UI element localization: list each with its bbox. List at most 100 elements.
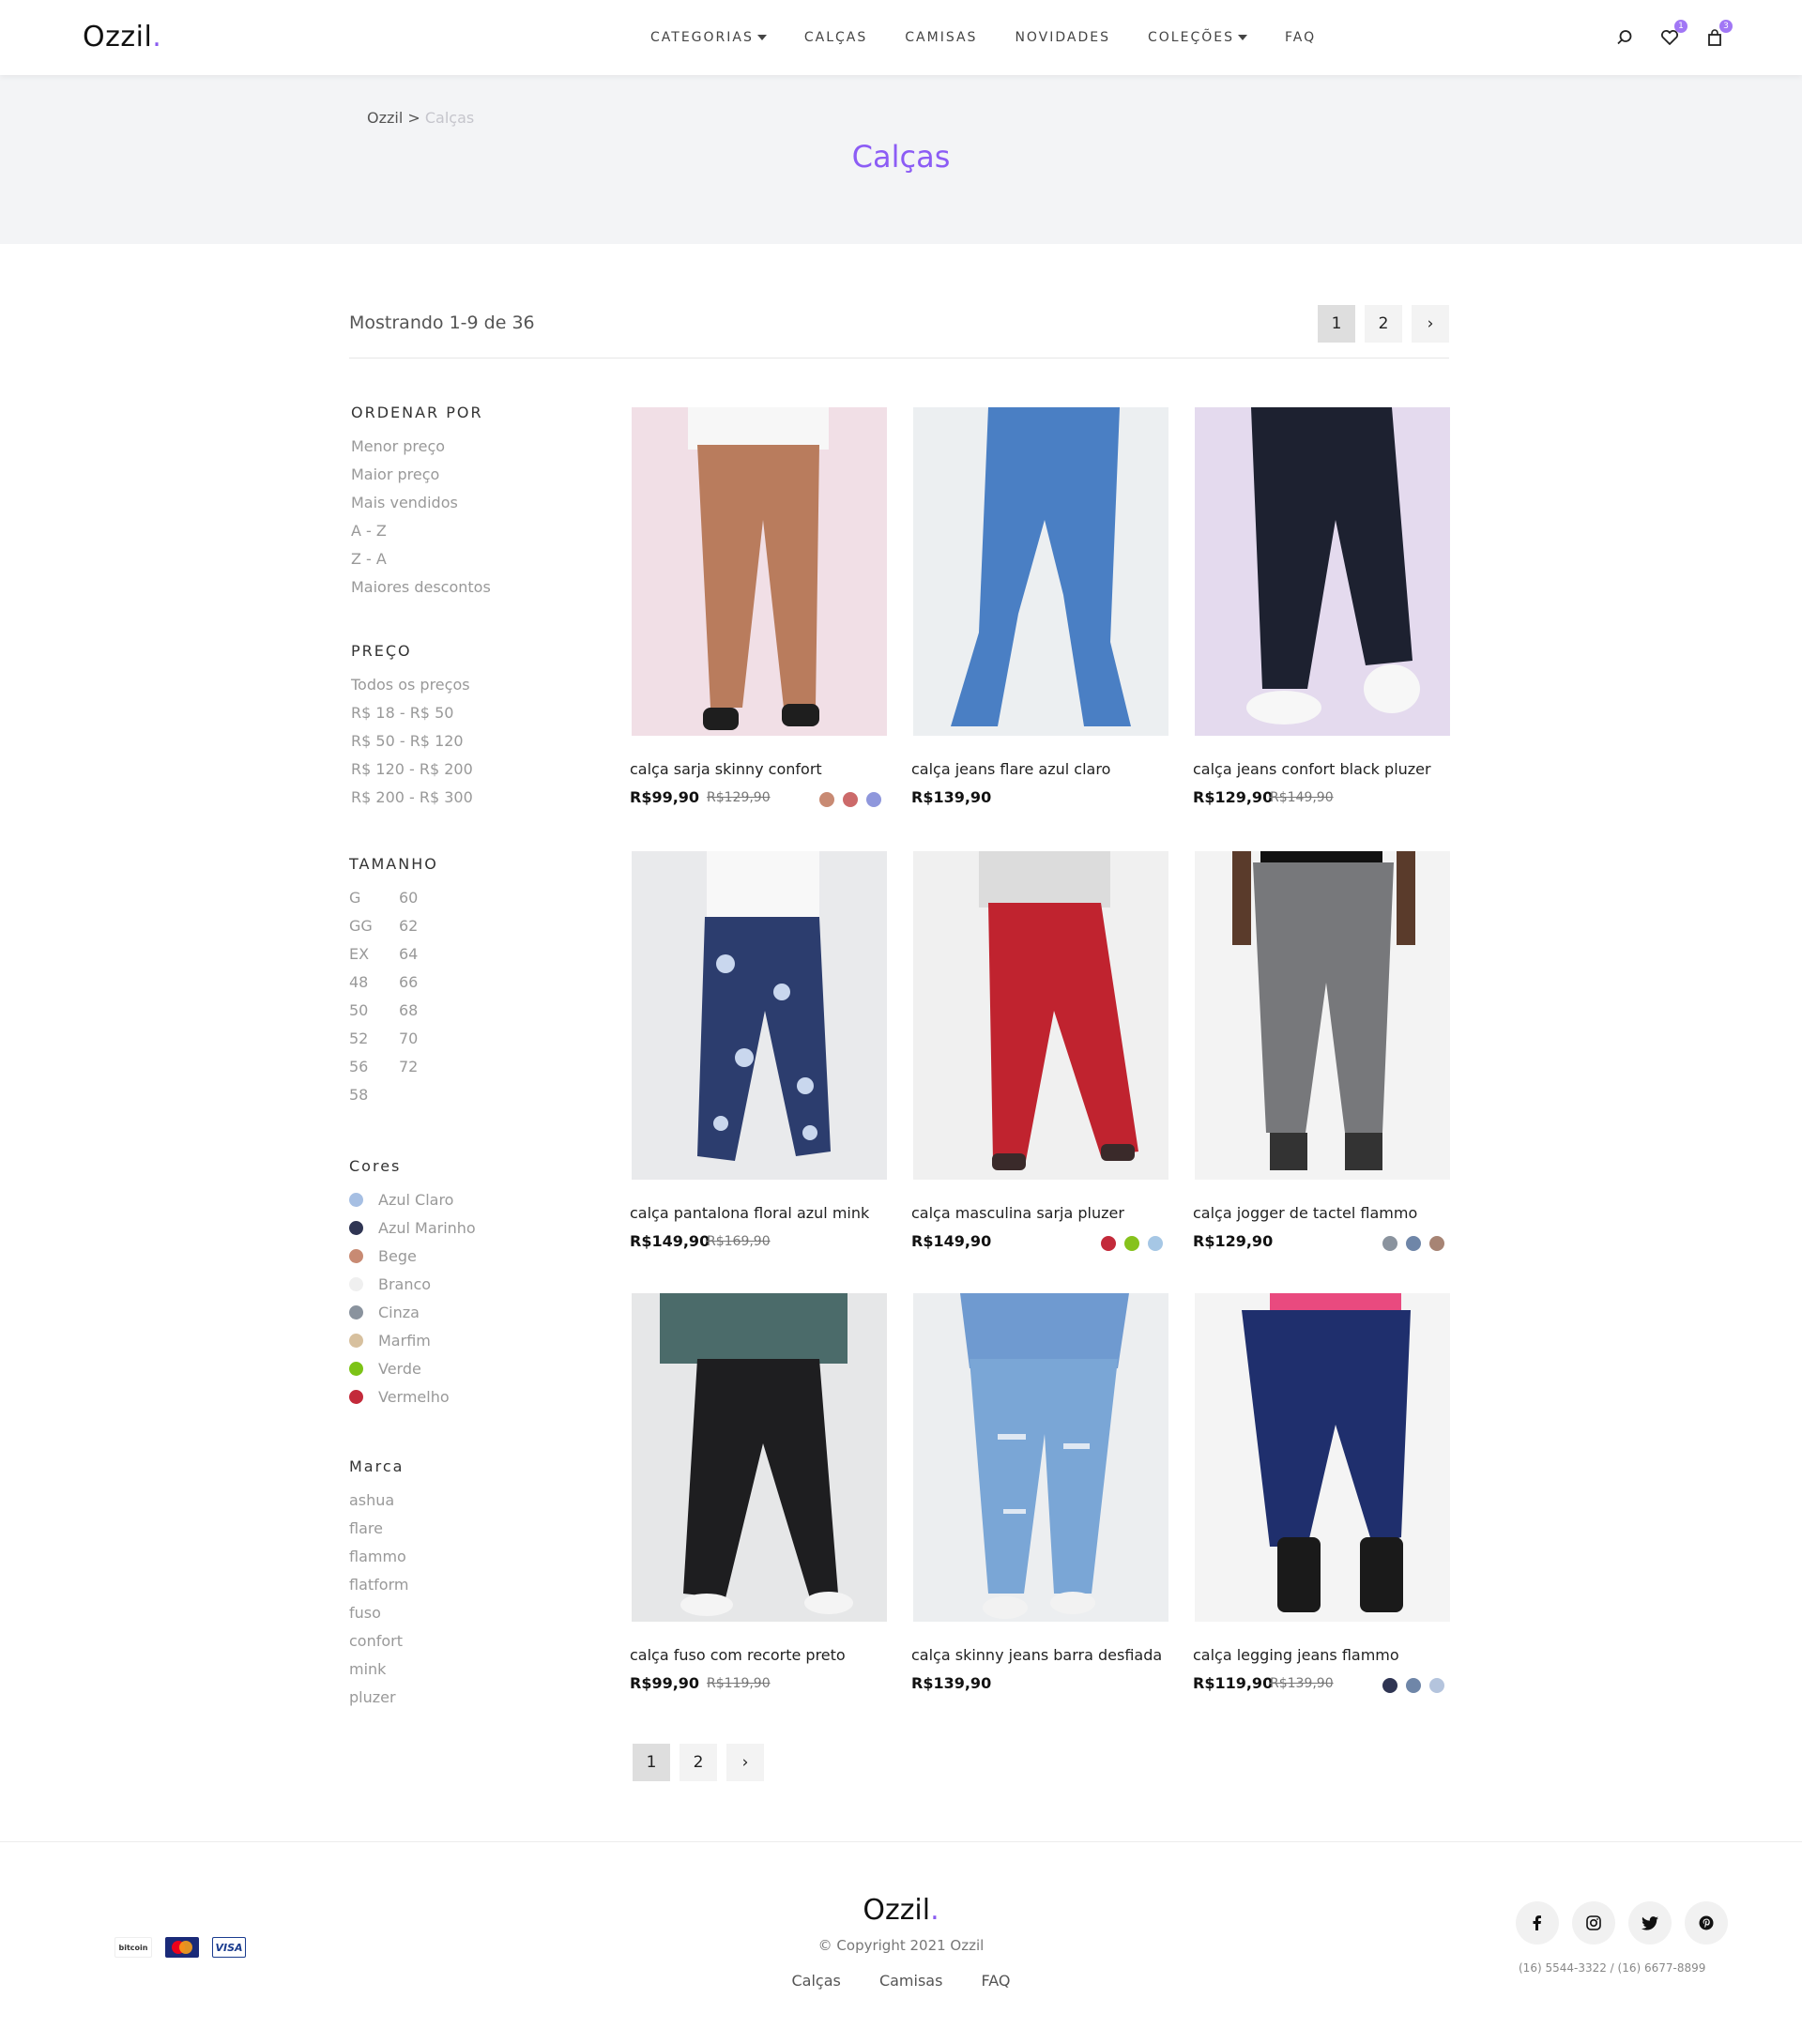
brand-option[interactable]: flare	[349, 1519, 383, 1537]
product-card[interactable]: calça legging jeans flammo R$119,90 R$13…	[1193, 1293, 1450, 1693]
nav-calcas[interactable]: CALÇAS	[804, 30, 867, 45]
page-2-button[interactable]: 2	[1365, 305, 1402, 343]
color-dot[interactable]	[843, 792, 858, 807]
sort-option[interactable]: Maiores descontos	[351, 578, 491, 596]
size-option[interactable]: 50	[349, 1001, 368, 1019]
nav-faq[interactable]: FAQ	[1285, 30, 1316, 45]
size-option[interactable]: GG	[349, 917, 373, 935]
nav-novidades[interactable]: NOVIDADES	[1015, 30, 1110, 45]
color-dot[interactable]	[1406, 1236, 1421, 1251]
next-page-button[interactable]: ›	[1412, 305, 1449, 343]
product-card[interactable]: calça jogger de tactel flammo R$129,90	[1193, 851, 1450, 1251]
cart-bag-icon[interactable]: 3	[1703, 20, 1733, 50]
product-name[interactable]: calça pantalona floral azul mink	[630, 1204, 869, 1222]
color-dot[interactable]	[1148, 1236, 1163, 1251]
price-option[interactable]: Todos os preços	[351, 676, 470, 694]
footer-link-faq[interactable]: FAQ	[982, 1972, 1011, 1990]
size-option[interactable]: 52	[349, 1030, 368, 1047]
color-option[interactable]: Verde	[349, 1360, 421, 1378]
sort-option[interactable]: A - Z	[351, 522, 387, 540]
product-name[interactable]: calça jogger de tactel flammo	[1193, 1204, 1417, 1222]
facebook-icon[interactable]	[1516, 1901, 1559, 1945]
product-image[interactable]	[632, 851, 887, 1180]
product-image[interactable]	[632, 1293, 887, 1622]
size-option[interactable]: 64	[399, 945, 418, 963]
brand-option[interactable]: pluzer	[349, 1688, 396, 1706]
color-dot[interactable]	[866, 792, 881, 807]
size-option[interactable]: G	[349, 889, 360, 907]
brand-option[interactable]: flatform	[349, 1576, 408, 1594]
site-logo[interactable]: Ozzil.	[83, 21, 161, 53]
price-option[interactable]: R$ 120 - R$ 200	[351, 760, 473, 778]
brand-option[interactable]: mink	[349, 1660, 386, 1678]
nav-colecoes[interactable]: COLEÇÕES	[1148, 30, 1247, 45]
size-option[interactable]: 68	[399, 1001, 418, 1019]
product-name[interactable]: calça skinny jeans barra desfiada	[911, 1646, 1162, 1664]
size-option[interactable]: 62	[399, 917, 418, 935]
color-dot[interactable]	[1124, 1236, 1139, 1251]
color-option[interactable]: Branco	[349, 1275, 431, 1293]
sort-option[interactable]: Maior preço	[351, 465, 439, 483]
product-card[interactable]: calça jeans confort black pluzer R$129,9…	[1193, 407, 1450, 806]
nav-categorias[interactable]: CATEGORIAS	[650, 30, 767, 45]
wishlist-heart-icon[interactable]: 1	[1657, 20, 1687, 50]
price-option[interactable]: R$ 200 - R$ 300	[351, 788, 473, 806]
pinterest-icon[interactable]	[1685, 1901, 1728, 1945]
brand-option[interactable]: confort	[349, 1632, 403, 1650]
product-name[interactable]: calça fuso com recorte preto	[630, 1646, 846, 1664]
breadcrumb-home-link[interactable]: Ozzil	[367, 109, 403, 127]
twitter-icon[interactable]	[1628, 1901, 1672, 1945]
size-option[interactable]: 70	[399, 1030, 418, 1047]
color-dot[interactable]	[1429, 1236, 1444, 1251]
product-card[interactable]: calça sarja skinny confort R$99,90 R$129…	[630, 407, 887, 807]
product-card[interactable]: calça pantalona floral azul mink R$149,9…	[630, 851, 887, 1250]
color-dot[interactable]	[1101, 1236, 1116, 1251]
product-name[interactable]: calça legging jeans flammo	[1193, 1646, 1399, 1664]
page-2-button[interactable]: 2	[680, 1744, 717, 1781]
product-image[interactable]	[913, 851, 1168, 1180]
color-option[interactable]: Azul Marinho	[349, 1219, 476, 1237]
color-dot[interactable]	[1429, 1678, 1444, 1693]
product-image[interactable]	[632, 407, 887, 736]
color-option[interactable]: Cinza	[349, 1304, 420, 1321]
sort-option[interactable]: Mais vendidos	[351, 494, 458, 511]
color-option[interactable]: Vermelho	[349, 1388, 450, 1406]
color-option[interactable]: Marfim	[349, 1332, 431, 1350]
product-image[interactable]	[1195, 851, 1450, 1180]
product-image[interactable]	[1195, 1293, 1450, 1622]
sort-option[interactable]: Z - A	[351, 550, 387, 568]
color-option[interactable]: Bege	[349, 1247, 417, 1265]
size-option[interactable]: 56	[349, 1058, 368, 1075]
color-dot[interactable]	[1406, 1678, 1421, 1693]
brand-option[interactable]: fuso	[349, 1604, 381, 1622]
brand-option[interactable]: flammo	[349, 1548, 406, 1565]
product-name[interactable]: calça jeans confort black pluzer	[1193, 760, 1431, 778]
size-option[interactable]: 58	[349, 1086, 368, 1104]
product-name[interactable]: calça sarja skinny confort	[630, 760, 822, 778]
color-dot[interactable]	[1382, 1236, 1397, 1251]
size-option[interactable]: 48	[349, 973, 368, 991]
search-icon[interactable]	[1612, 25, 1637, 50]
product-card[interactable]: calça masculina sarja pluzer R$149,90	[911, 851, 1168, 1251]
instagram-icon[interactable]	[1572, 1901, 1615, 1945]
product-image[interactable]	[913, 407, 1168, 736]
nav-camisas[interactable]: CAMISAS	[905, 30, 977, 45]
product-image[interactable]	[1195, 407, 1450, 736]
color-dot[interactable]	[819, 792, 834, 807]
color-dot[interactable]	[1382, 1678, 1397, 1693]
product-card[interactable]: calça fuso com recorte preto R$99,90 R$1…	[630, 1293, 887, 1692]
footer-link-camisas[interactable]: Camisas	[879, 1972, 942, 1990]
sort-option[interactable]: Menor preço	[351, 437, 445, 455]
product-card[interactable]: calça jeans flare azul claro R$139,90	[911, 407, 1168, 806]
size-option[interactable]: EX	[349, 945, 369, 963]
price-option[interactable]: R$ 18 - R$ 50	[351, 704, 453, 722]
price-option[interactable]: R$ 50 - R$ 120	[351, 732, 464, 750]
color-option[interactable]: Azul Claro	[349, 1191, 453, 1209]
product-name[interactable]: calça masculina sarja pluzer	[911, 1204, 1124, 1222]
size-option[interactable]: 60	[399, 889, 418, 907]
brand-option[interactable]: ashua	[349, 1491, 394, 1509]
product-image[interactable]	[913, 1293, 1168, 1622]
next-page-button[interactable]: ›	[726, 1744, 764, 1781]
product-card[interactable]: calça skinny jeans barra desfiada R$139,…	[911, 1293, 1168, 1692]
size-option[interactable]: 72	[399, 1058, 418, 1075]
